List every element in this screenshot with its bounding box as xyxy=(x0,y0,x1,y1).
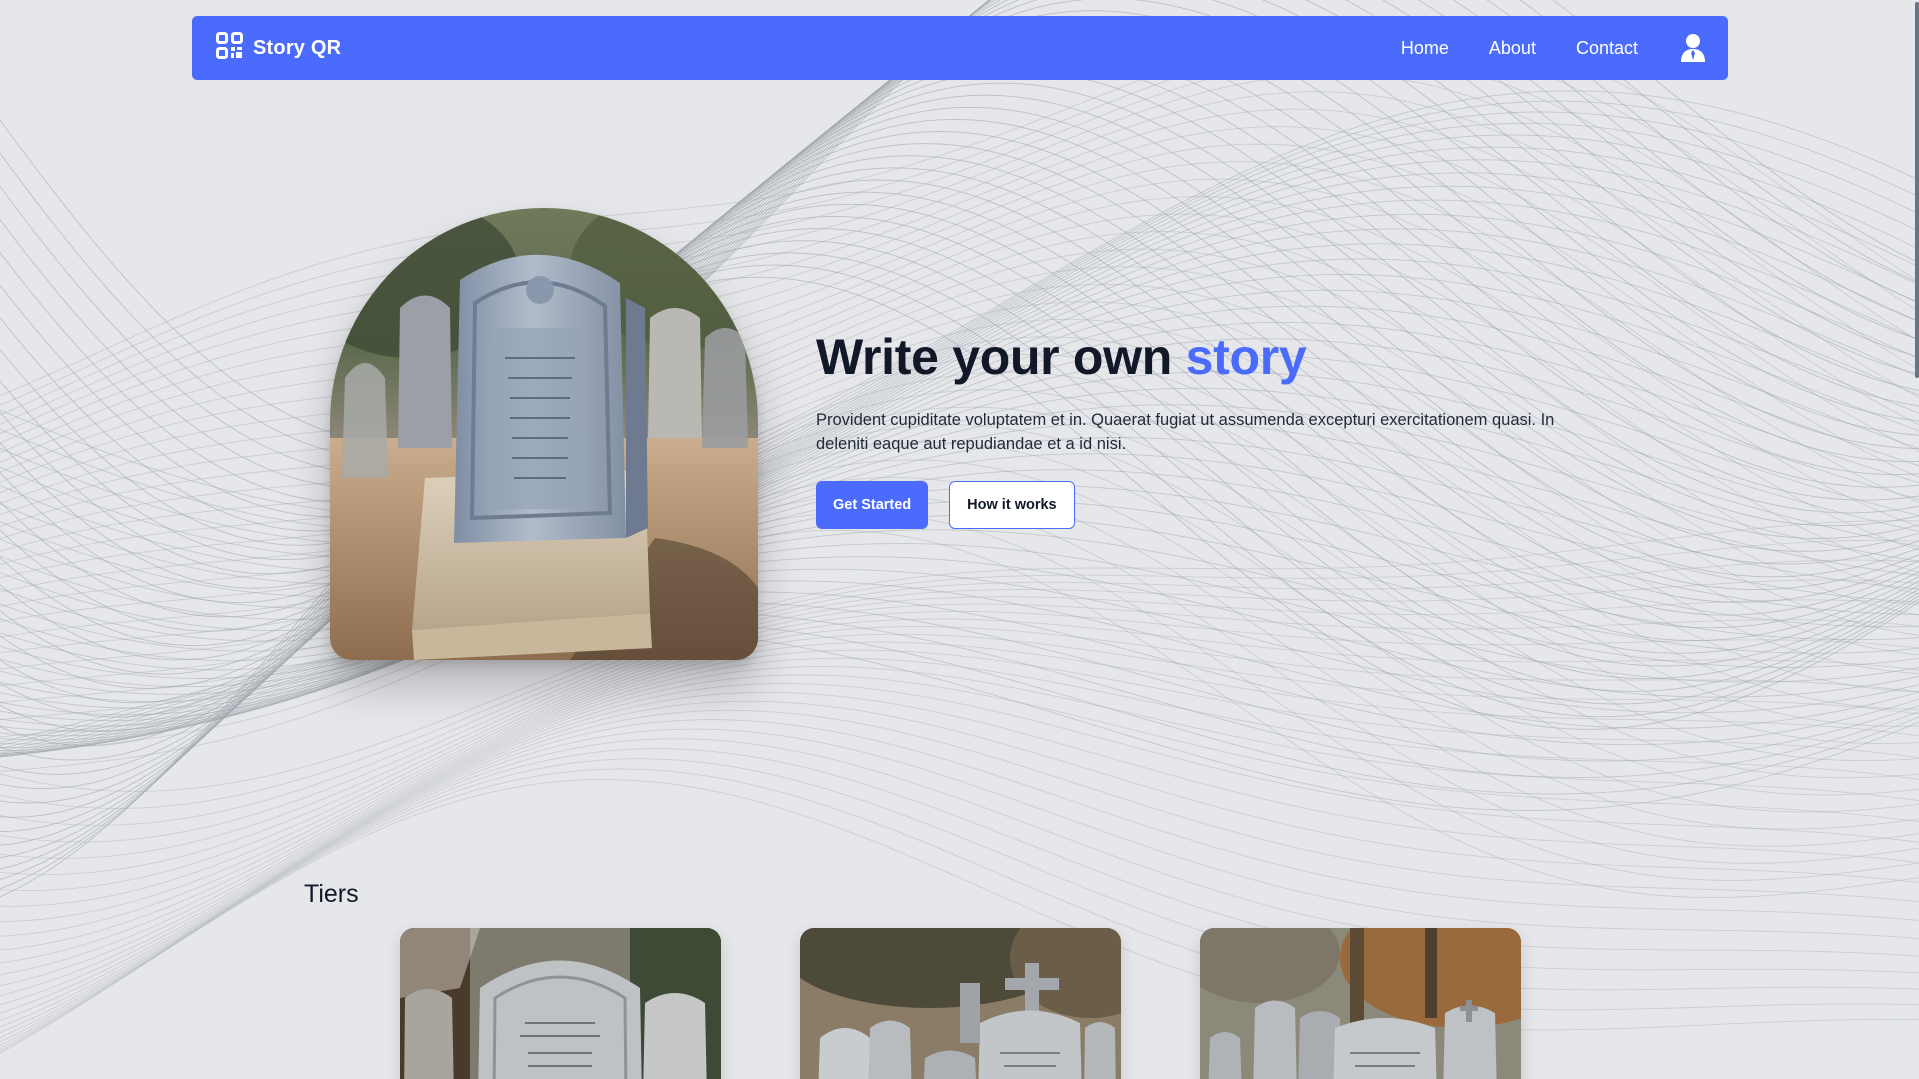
get-started-button[interactable]: Get Started xyxy=(816,481,929,529)
brand-title: Story QR xyxy=(253,36,342,59)
hero-actions: Get Started How it works xyxy=(816,481,1616,529)
nav-link-about[interactable]: About xyxy=(1489,38,1536,59)
navbar: Story QR Home About Contact xyxy=(192,16,1728,80)
tiers-heading: Tiers xyxy=(304,880,359,908)
hero-description: Provident cupiditate voluptatem et in. Q… xyxy=(816,411,1555,453)
tier-card-1-image[interactable] xyxy=(400,928,721,1079)
hero-title-main: Write your own xyxy=(816,329,1186,385)
nav-link-home[interactable]: Home xyxy=(1401,38,1449,59)
how-it-works-button[interactable]: How it works xyxy=(949,481,1075,529)
tier-card-2-image[interactable] xyxy=(800,928,1121,1079)
hero-gravestone-image xyxy=(330,208,758,660)
hero-title-accent: story xyxy=(1185,329,1307,385)
scrollbar-thumb[interactable] xyxy=(1915,2,1919,378)
wave-mesh-background xyxy=(0,0,1919,1054)
landing-page: Story QR Home About Contact Write your o… xyxy=(0,0,1919,1079)
nav-menu: Home About Contact xyxy=(1401,33,1706,63)
qr-code-icon xyxy=(216,32,243,64)
nav-link-contact[interactable]: Contact xyxy=(1576,38,1638,59)
brand-link[interactable]: Story QR xyxy=(216,32,341,64)
user-icon[interactable] xyxy=(1680,33,1706,63)
hero-title: Write your own story xyxy=(816,326,1616,388)
tier-card-3-image[interactable] xyxy=(1200,928,1521,1079)
hero-section: Write your own story Provident cupiditat… xyxy=(816,326,1616,529)
